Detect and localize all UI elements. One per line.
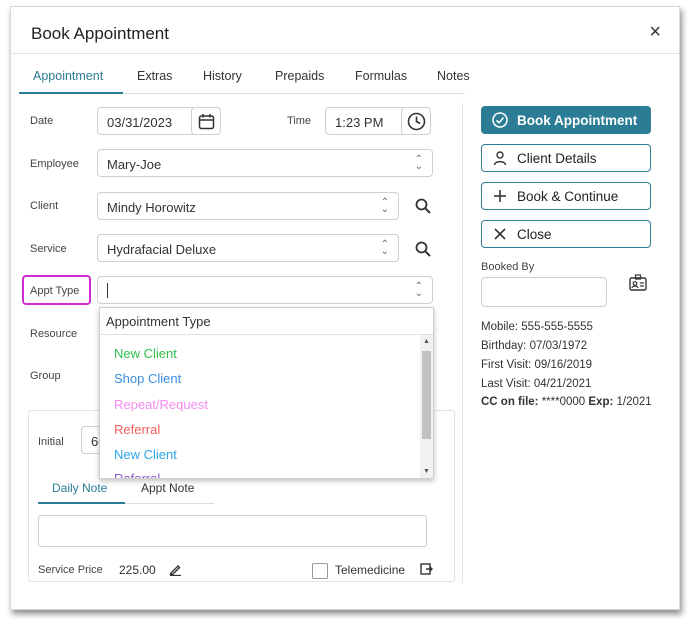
group-label: Group bbox=[30, 370, 61, 382]
cc-label: CC on file: bbox=[481, 396, 539, 408]
first-visit-label: First Visit: bbox=[481, 359, 532, 371]
header-divider bbox=[11, 53, 679, 54]
dropdown-option[interactable]: New Client bbox=[114, 447, 177, 462]
check-circle-icon bbox=[492, 112, 508, 128]
client-details-label: Client Details bbox=[517, 151, 597, 166]
service-select[interactable]: Hydrafacial Deluxe ⌃ ⌄ bbox=[97, 234, 399, 262]
tab-extras[interactable]: Extras bbox=[137, 69, 172, 83]
initial-label: Initial bbox=[38, 436, 64, 448]
birthday-value: 07/03/1972 bbox=[529, 340, 588, 352]
calendar-button[interactable] bbox=[191, 107, 221, 135]
exp-value: 1/2021 bbox=[616, 396, 652, 408]
subtab-appt-note[interactable]: Appt Note bbox=[141, 481, 194, 495]
text-cursor bbox=[107, 283, 108, 298]
time-label: Time bbox=[287, 115, 312, 127]
date-value: 03/31/2023 bbox=[107, 115, 173, 130]
tab-prepaids[interactable]: Prepaids bbox=[275, 69, 324, 83]
scroll-up-arrow-icon[interactable]: ▲ bbox=[423, 338, 430, 345]
plus-icon bbox=[494, 190, 506, 202]
exp-label: Exp: bbox=[588, 396, 614, 408]
book-appointment-dialog: Book Appointment × Appointment Extras Hi… bbox=[10, 6, 680, 610]
scroll-down-arrow-icon[interactable]: ▼ bbox=[423, 468, 430, 475]
tab-appointment[interactable]: Appointment bbox=[33, 69, 103, 83]
birthday-label: Birthday: bbox=[481, 340, 527, 352]
dropdown-option[interactable]: Shop Client bbox=[114, 371, 181, 386]
pencil-icon[interactable] bbox=[169, 563, 182, 576]
select-caret-icon: ⌃ ⌄ bbox=[414, 281, 423, 299]
subtab-daily-note[interactable]: Daily Note bbox=[52, 481, 107, 495]
cc-value: ****0000 bbox=[541, 396, 586, 408]
dropdown-option[interactable]: New Client bbox=[114, 346, 177, 361]
clock-icon bbox=[407, 112, 426, 131]
close-label: Close bbox=[517, 227, 552, 242]
search-icon[interactable] bbox=[415, 198, 431, 214]
calendar-icon bbox=[198, 114, 215, 130]
booked-by-label: Booked By bbox=[481, 261, 535, 273]
service-price-label: Service Price bbox=[38, 564, 103, 576]
client-birthday: Birthday: 07/03/1972 bbox=[481, 340, 587, 352]
dropdown-option[interactable]: Referral bbox=[114, 422, 160, 437]
time-input[interactable]: 1:23 PM bbox=[325, 107, 403, 135]
book-appointment-label: Book Appointment bbox=[517, 113, 638, 128]
service-price-value: 225.00 bbox=[119, 563, 156, 577]
select-caret-icon: ⌃ ⌄ bbox=[380, 197, 389, 215]
telemedicine-label: Telemedicine bbox=[335, 563, 406, 577]
dropdown-header: Appointment Type bbox=[100, 308, 433, 335]
client-mobile: Mobile: 555-555-5555 bbox=[481, 321, 593, 333]
first-visit-value: 09/16/2019 bbox=[534, 359, 593, 371]
id-card-icon[interactable] bbox=[629, 274, 647, 291]
dropdown-option[interactable]: Repeat/Request bbox=[114, 397, 208, 412]
active-subtab-indicator bbox=[38, 502, 125, 504]
active-tab-indicator bbox=[19, 92, 123, 94]
booked-by-input[interactable] bbox=[481, 277, 607, 307]
appt-type-dropdown: Appointment Type New Client Shop Client … bbox=[99, 307, 434, 479]
employee-select[interactable]: Mary-Joe ⌃ ⌄ bbox=[97, 149, 433, 177]
book-continue-button[interactable]: Book & Continue bbox=[481, 182, 651, 210]
employee-label: Employee bbox=[30, 158, 79, 170]
client-first-visit: First Visit: 09/16/2019 bbox=[481, 359, 592, 371]
x-icon bbox=[494, 228, 506, 240]
time-value: 1:23 PM bbox=[335, 115, 384, 130]
date-input[interactable]: 03/31/2023 bbox=[97, 107, 193, 135]
date-label: Date bbox=[30, 115, 54, 127]
dialog-title: Book Appointment bbox=[31, 24, 169, 43]
client-details-button[interactable]: Client Details bbox=[481, 144, 651, 172]
dropdown-option[interactable]: Referral bbox=[114, 471, 160, 478]
external-link-icon[interactable] bbox=[420, 563, 433, 575]
client-label: Client bbox=[30, 200, 59, 212]
service-value: Hydrafacial Deluxe bbox=[107, 242, 217, 257]
telemedicine-checkbox[interactable] bbox=[312, 563, 328, 579]
book-continue-label: Book & Continue bbox=[517, 189, 619, 204]
tab-notes[interactable]: Notes bbox=[437, 69, 470, 83]
client-value: Mindy Horowitz bbox=[107, 200, 196, 215]
mobile-label: Mobile: bbox=[481, 321, 519, 333]
client-last-visit: Last Visit: 04/21/2021 bbox=[481, 378, 591, 390]
note-textarea[interactable] bbox=[38, 515, 427, 547]
tab-formulas[interactable]: Formulas bbox=[355, 69, 407, 83]
appt-type-select[interactable]: ⌃ ⌄ bbox=[97, 276, 433, 304]
last-visit-label: Last Visit: bbox=[481, 378, 531, 390]
resource-label: Resource bbox=[30, 328, 78, 340]
select-caret-icon: ⌃ ⌄ bbox=[414, 154, 423, 172]
service-label: Service bbox=[30, 243, 67, 255]
close-button[interactable]: Close bbox=[481, 220, 651, 248]
tab-history[interactable]: History bbox=[203, 69, 242, 83]
person-icon bbox=[493, 151, 507, 166]
search-icon[interactable] bbox=[415, 241, 431, 257]
mobile-value: 555-555-5555 bbox=[521, 321, 593, 333]
client-cc-on-file: CC on file: ****0000 Exp: 1/2021 bbox=[481, 396, 652, 408]
scrollbar-thumb[interactable] bbox=[422, 351, 431, 439]
appt-type-label: Appt Type bbox=[30, 285, 80, 297]
close-icon[interactable]: × bbox=[649, 21, 661, 44]
column-divider bbox=[462, 103, 463, 583]
book-appointment-button[interactable]: Book Appointment bbox=[481, 106, 651, 134]
tab-bar: Appointment Extras History Prepaids Form… bbox=[19, 63, 470, 94]
time-picker-button[interactable] bbox=[401, 107, 431, 135]
last-visit-value: 04/21/2021 bbox=[533, 378, 592, 390]
select-caret-icon: ⌃ ⌄ bbox=[380, 239, 389, 257]
employee-value: Mary-Joe bbox=[107, 157, 162, 172]
client-select[interactable]: Mindy Horowitz ⌃ ⌄ bbox=[97, 192, 399, 220]
dropdown-scrollbar[interactable]: ▲ ▼ bbox=[420, 335, 433, 478]
